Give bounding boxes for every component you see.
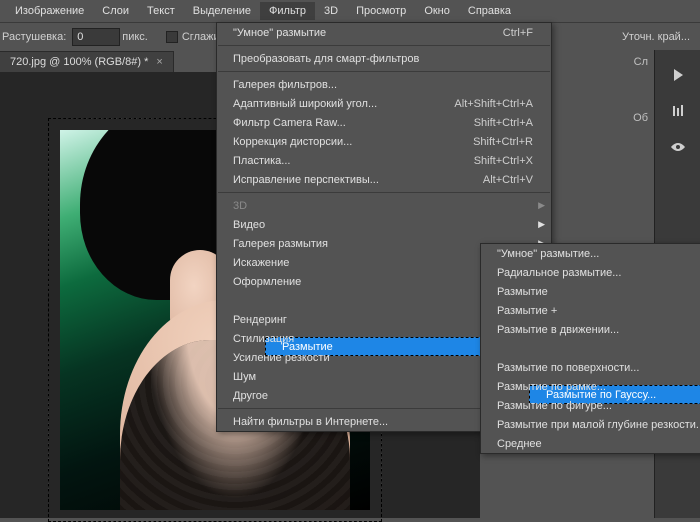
main-menubar: Изображение Слои Текст Выделение Фильтр … [0, 0, 700, 22]
menu-image[interactable]: Изображение [6, 2, 93, 20]
menu-help[interactable]: Справка [459, 2, 520, 20]
blur-menu-item[interactable]: "Умное" размытие... [481, 244, 700, 263]
blur-menu-item[interactable]: Размытие при малой глубине резкости... [481, 415, 700, 434]
menu-item-label: Размытие по рамке... [497, 381, 700, 393]
filter-menu-item[interactable]: Адаптивный широкий угол... Alt+Shift+Ctrl… [217, 94, 551, 113]
menu-item-shortcut: Shift+Ctrl+A [474, 117, 533, 129]
menu-item-label: Преобразовать для смарт-фильтров [233, 53, 533, 65]
eye-icon[interactable] [664, 136, 692, 158]
brushes-icon[interactable] [664, 100, 692, 122]
menu-item-label: Размытие + [497, 305, 700, 317]
history-panel-tab[interactable]: Об [633, 112, 648, 124]
antialias-checkbox[interactable] [166, 31, 178, 43]
play-icon[interactable] [664, 64, 692, 86]
menu-item-label: Коррекция дисторсии... [233, 136, 449, 148]
menu-item-label: Адаптивный широкий угол... [233, 98, 430, 110]
feather-unit: пикс. [122, 31, 148, 43]
menu-select[interactable]: Выделение [184, 2, 260, 20]
filter-menu-item: 3D ▶ [217, 196, 551, 215]
filter-menu-item[interactable]: Коррекция дисторсии... Shift+Ctrl+R [217, 132, 551, 151]
menu-item-label: Размытие по фигуре... [497, 400, 700, 412]
submenu-arrow-icon: ▶ [538, 200, 545, 211]
menu-item-label: Среднее [497, 438, 700, 450]
feather-input[interactable] [72, 28, 120, 46]
filter-menu-item[interactable]: Пластика... Shift+Ctrl+X [217, 151, 551, 170]
menu-separator [218, 45, 550, 46]
blur-menu-item[interactable]: Размытие в движении... [481, 320, 700, 339]
filter-menu-item[interactable]: Преобразовать для смарт-фильтров [217, 49, 551, 68]
refine-edge-button[interactable]: Уточн. край... [622, 31, 690, 43]
menu-item-shortcut: Alt+Ctrl+V [483, 174, 533, 186]
close-icon[interactable]: × [156, 56, 162, 68]
feather-label: Растушевка: [2, 31, 66, 43]
menu-3d[interactable]: 3D [315, 2, 347, 20]
menu-text[interactable]: Текст [138, 2, 184, 20]
menu-item-label: Размытие [497, 286, 700, 298]
menu-item-shortcut: Shift+Ctrl+X [474, 155, 533, 167]
menu-item-label: Фильтр Camera Raw... [233, 117, 450, 129]
menu-item-label: Видео [233, 219, 533, 231]
menu-item-label: 3D [233, 200, 533, 212]
menu-item-label: Размытие в движении... [497, 324, 700, 336]
menu-item-label: Пластика... [233, 155, 450, 167]
document-tabbar: 720.jpg @ 100% (RGB/8#) * × [0, 50, 174, 72]
blur-menu-item[interactable]: Размытие по фигуре... [481, 396, 700, 415]
blur-menu-item[interactable]: Радиальное размытие... [481, 263, 700, 282]
menu-separator [218, 192, 550, 193]
menu-item-shortcut: Alt+Shift+Ctrl+A [454, 98, 533, 110]
document-tab[interactable]: 720.jpg @ 100% (RGB/8#) * × [0, 51, 174, 72]
blur-menu-item[interactable]: Размытие по поверхности... [481, 358, 700, 377]
blur-submenu: "Умное" размытие... Радиальное размытие..… [480, 243, 700, 454]
blur-menu-item[interactable]: Среднее [481, 434, 700, 453]
filter-menu-item[interactable]: Исправление перспективы... Alt+Ctrl+V [217, 170, 551, 189]
menu-item-label: Исправление перспективы... [233, 174, 459, 186]
filter-menu-item[interactable]: Галерея фильтров... [217, 75, 551, 94]
filter-menu-item[interactable]: Фильтр Camera Raw... Shift+Ctrl+A [217, 113, 551, 132]
menu-item-label: "Умное" размытие... [497, 248, 700, 260]
submenu-arrow-icon: ▶ [538, 219, 545, 230]
menu-item-label: Размытие при малой глубине резкости... [497, 419, 700, 431]
menu-item-shortcut: Ctrl+F [503, 27, 533, 39]
menu-item-label: Галерея фильтров... [233, 79, 533, 91]
menu-window[interactable]: Окно [415, 2, 459, 20]
menu-item-shortcut: Shift+Ctrl+R [473, 136, 533, 148]
menu-item-label: Размытие по поверхности... [497, 362, 700, 374]
menu-view[interactable]: Просмотр [347, 2, 415, 20]
menu-layers[interactable]: Слои [93, 2, 138, 20]
menu-filter[interactable]: Фильтр [260, 2, 315, 20]
menu-item-label: Радиальное размытие... [497, 267, 700, 279]
blur-menu-item[interactable]: Размытие по рамке... [481, 377, 700, 396]
layers-panel-tab[interactable]: Сл [634, 56, 648, 68]
document-title: 720.jpg @ 100% (RGB/8#) * [10, 56, 148, 68]
menu-item-label: "Умное" размытие [233, 27, 479, 39]
blur-menu-item[interactable]: Размытие [481, 282, 700, 301]
menu-separator [218, 71, 550, 72]
filter-menu-item[interactable]: "Умное" размытие Ctrl+F [217, 23, 551, 42]
filter-menu-item[interactable]: Видео ▶ [217, 215, 551, 234]
blur-menu-item[interactable]: Размытие + [481, 301, 700, 320]
